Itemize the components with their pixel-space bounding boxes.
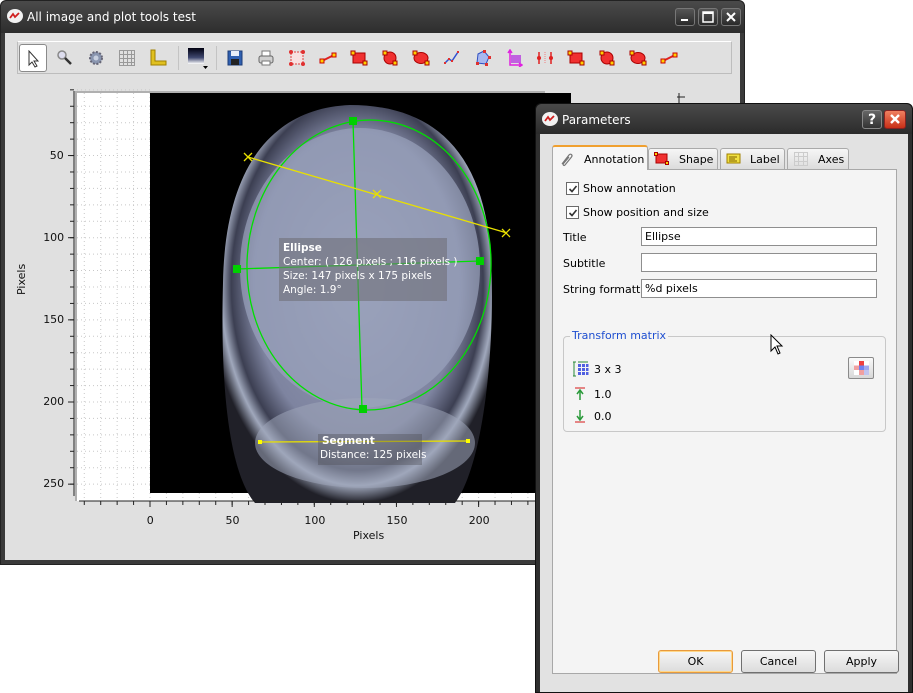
window-title: All image and plot tools test xyxy=(27,10,196,24)
matrix-size-value: 3 x 3 xyxy=(594,363,622,376)
tab-axes[interactable]: Axes xyxy=(787,148,849,169)
x-tick-label: 50 xyxy=(225,514,240,527)
checkmark-icon xyxy=(568,209,578,217)
x-tick-label: 100 xyxy=(304,514,326,527)
tab-shape[interactable]: Shape xyxy=(648,148,718,169)
ellipse-annotation-size: Size: 147 pixels x 175 pixels xyxy=(283,270,432,282)
segment-handle[interactable] xyxy=(258,440,262,444)
transform-matrix-title: Transform matrix xyxy=(570,329,669,342)
shape-rectangle-icon xyxy=(654,152,669,165)
segment-annotation-distance: Distance: 125 pixels xyxy=(320,449,427,461)
ellipse-handle[interactable] xyxy=(476,257,484,265)
y-tick-label: 100 xyxy=(43,230,65,244)
edit-matrix-button[interactable] xyxy=(848,357,874,379)
ellipse-handle[interactable] xyxy=(359,405,367,413)
ellipse-annotation-angle: Angle: 1.9° xyxy=(283,284,342,296)
title-input[interactable] xyxy=(641,227,877,246)
ok-button[interactable]: OK xyxy=(658,650,733,673)
matrix-size-icon xyxy=(573,361,589,377)
cancel-button[interactable]: Cancel xyxy=(741,650,816,673)
ellipse-annotation-title: Ellipse xyxy=(283,242,322,254)
matrix-grid-icon xyxy=(854,361,869,375)
axes-grid-icon xyxy=(794,152,808,166)
y-tick-label: 200 xyxy=(43,395,65,408)
x-tick-label: 0 xyxy=(146,514,154,527)
max-value-icon xyxy=(575,387,585,400)
y-axis-label: Pixels xyxy=(15,263,28,295)
annotation-tab-pane: Show annotation Show position and size T… xyxy=(552,169,897,674)
y-tick-label: 250 xyxy=(43,477,65,491)
dialog-title: Parameters xyxy=(562,113,631,127)
show-annotation-checkbox[interactable] xyxy=(566,182,579,195)
subtitle-input[interactable] xyxy=(641,253,877,272)
main-titlebar[interactable]: All image and plot tools test xyxy=(1,1,744,33)
parameters-dialog: Parameters ? Annotation Shape Label Axes xyxy=(535,103,913,693)
label-note-icon xyxy=(726,153,741,164)
maximize-button[interactable] xyxy=(698,8,718,26)
minimize-button[interactable] xyxy=(675,8,695,26)
ellipse-annotation-center: Center: ( 126 pixels ; 116 pixels ) xyxy=(283,256,458,268)
window-close-button[interactable] xyxy=(721,8,741,26)
string-formatting-input[interactable] xyxy=(641,279,877,298)
show-position-label[interactable]: Show position and size xyxy=(583,206,709,219)
ellipse-handle[interactable] xyxy=(233,265,241,273)
dialog-titlebar[interactable]: Parameters ? xyxy=(536,104,912,134)
y-tick-label: 50 xyxy=(49,148,64,162)
segment-annotation-title: Segment xyxy=(322,435,375,447)
show-annotation-label[interactable]: Show annotation xyxy=(583,182,676,195)
dialog-close-button[interactable] xyxy=(884,110,906,129)
mouse-cursor-icon xyxy=(770,334,784,355)
segment-annotation: Segment Distance: 125 pixels xyxy=(320,434,427,462)
subtitle-label: Subtitle xyxy=(563,257,606,270)
x-tick-label: 150 xyxy=(386,514,408,527)
app-logo-icon xyxy=(542,112,558,126)
min-value: 0.0 xyxy=(594,410,612,423)
paperclip-icon xyxy=(561,153,573,166)
help-button[interactable]: ? xyxy=(862,110,882,129)
tab-annotation[interactable]: Annotation xyxy=(552,145,648,170)
segment-handle[interactable] xyxy=(466,439,470,443)
x-tick-label: 200 xyxy=(468,514,490,527)
tab-label[interactable]: Label xyxy=(720,148,785,169)
min-value-icon xyxy=(575,410,585,423)
title-label: Title xyxy=(563,231,587,244)
y-axis-ticks xyxy=(68,89,74,485)
transform-matrix-group: Transform matrix 3 x 3 1.0 0.0 xyxy=(563,329,886,432)
ellipse-handle[interactable] xyxy=(349,117,357,125)
x-axis-label: Pixels xyxy=(353,529,385,542)
y-tick-label: 150 xyxy=(43,312,65,326)
show-position-checkbox[interactable] xyxy=(566,206,579,219)
ellipse-annotation: Ellipse Center: ( 126 pixels ; 116 pixel… xyxy=(283,241,458,297)
checkmark-icon xyxy=(568,185,578,193)
app-logo-icon xyxy=(7,9,23,23)
dialog-client-area: Annotation Shape Label Axes Show annotat… xyxy=(540,134,908,692)
max-value: 1.0 xyxy=(594,388,612,401)
apply-button[interactable]: Apply xyxy=(824,650,899,673)
